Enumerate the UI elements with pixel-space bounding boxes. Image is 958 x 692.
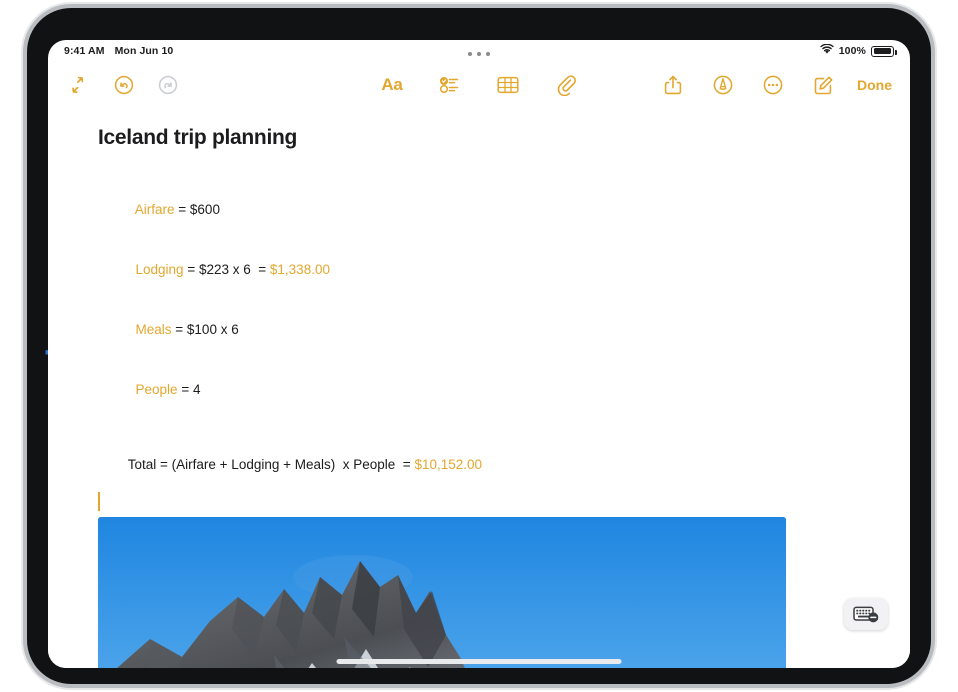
handle-dot: [468, 52, 472, 56]
ipad-screen: 9:41 AM Mon Jun 10 100% Aa Done Iceland …: [48, 40, 910, 668]
calc-line: People = 4: [98, 360, 910, 420]
variable-name: Airfare: [134, 202, 175, 217]
status-bar-right: 100%: [820, 43, 897, 58]
calculation-block: Airfare = $600 Lodging = $223 x 6 = $1,3…: [98, 180, 910, 420]
note-title: Iceland trip planning: [98, 126, 298, 149]
total-result: $10,152.00: [414, 457, 483, 472]
compose-icon[interactable]: [805, 69, 841, 101]
checklist-icon[interactable]: [432, 69, 468, 101]
battery-icon: [871, 45, 897, 57]
calc-line: Airfare = $600: [98, 180, 910, 240]
done-button[interactable]: Done: [855, 77, 896, 93]
total-line: Total = (Airfare + Lodging + Meals) x Pe…: [98, 442, 910, 487]
handle-dot: [486, 52, 490, 56]
status-time: 9:41 AM: [64, 45, 105, 57]
keyboard-dismiss-button[interactable]: [844, 598, 888, 630]
status-date: Mon Jun 10: [114, 45, 174, 57]
collapse-icon[interactable]: [62, 69, 98, 101]
toolbar-center-group: Aa: [374, 69, 584, 101]
redo-icon: [150, 69, 186, 101]
variable-name: People: [135, 382, 178, 397]
variable-name: Meals: [135, 322, 172, 337]
variable-expression: = $100 x 6: [171, 322, 239, 337]
variable-name: Lodging: [135, 262, 184, 277]
share-icon[interactable]: [655, 69, 691, 101]
toolbar-left-group: [62, 69, 194, 101]
calc-line: Lodging = $223 x 6 = $1,338.00: [98, 240, 910, 300]
note-body[interactable]: Iceland trip planning Airfare = $600 Lod…: [48, 108, 910, 668]
note-toolbar: Aa Done: [48, 62, 910, 108]
toolbar-right-group: Done: [655, 69, 896, 101]
markup-icon[interactable]: [705, 69, 741, 101]
variable-expression: = $223 x 6 =: [183, 262, 270, 277]
table-icon[interactable]: [490, 69, 526, 101]
note-photo[interactable]: [98, 517, 786, 668]
ipad-device: ■ 9:41 AM Mon Jun 10: [27, 8, 931, 684]
variable-expression: = $600: [174, 202, 220, 217]
undo-icon[interactable]: [106, 69, 142, 101]
variable-result: $1,338.00: [269, 262, 330, 277]
text-cursor: [98, 492, 100, 511]
handle-dot: [477, 52, 481, 56]
battery-percent-label: 100%: [838, 45, 866, 57]
calc-line: Meals = $100 x 6: [98, 300, 910, 360]
status-bar: 9:41 AM Mon Jun 10 100%: [48, 40, 910, 62]
wifi-icon: [820, 43, 834, 58]
more-icon[interactable]: [755, 69, 791, 101]
status-bar-left: 9:41 AM Mon Jun 10: [64, 45, 173, 57]
attachment-icon[interactable]: [548, 69, 584, 101]
multitasking-handle[interactable]: [468, 52, 490, 56]
format-text-icon[interactable]: Aa: [374, 69, 410, 101]
home-indicator[interactable]: [336, 659, 622, 664]
total-expression: Total = (Airfare + Lodging + Meals) x Pe…: [127, 457, 415, 472]
variable-expression: = 4: [177, 382, 201, 397]
